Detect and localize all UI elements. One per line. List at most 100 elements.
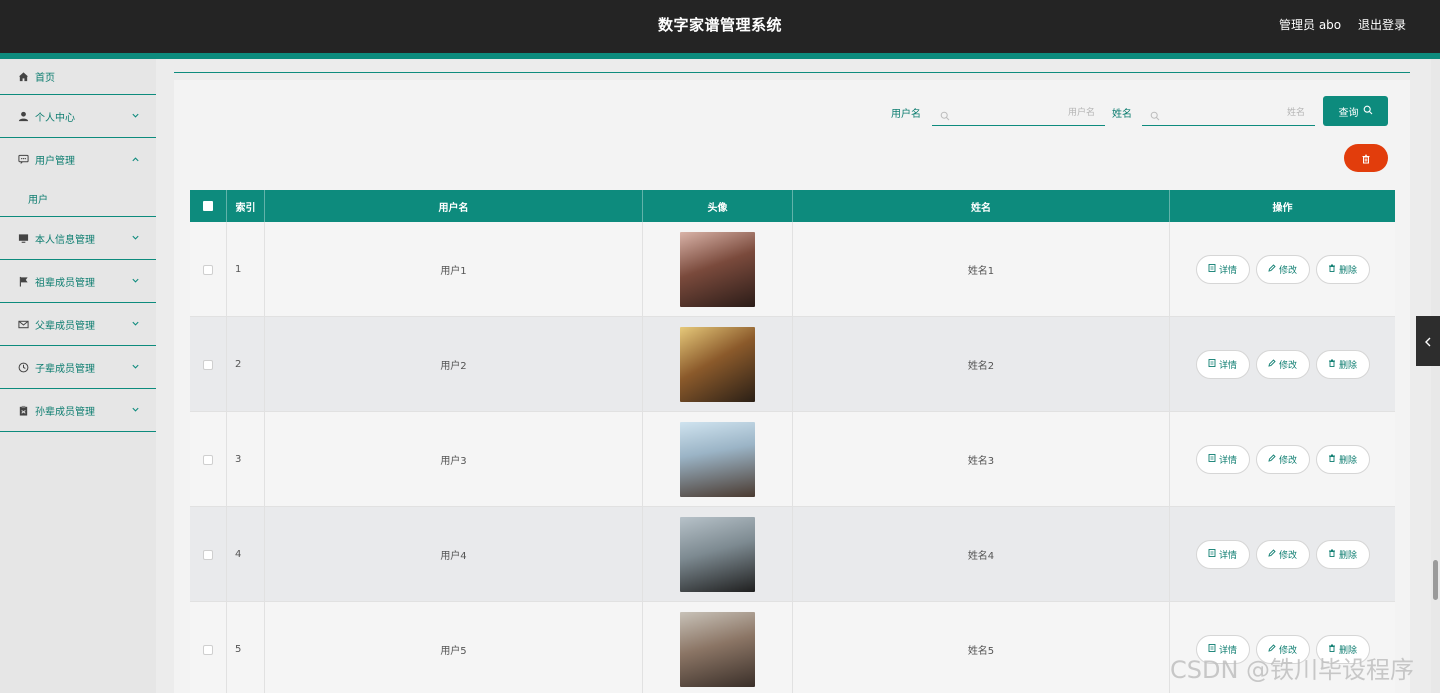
column-header-username: 用户名: [265, 190, 643, 222]
sidebar-item-home[interactable]: 首页: [0, 59, 156, 95]
delete-button[interactable]: 删除: [1315, 445, 1370, 474]
edit-button[interactable]: 修改: [1255, 540, 1310, 569]
sidebar-item-parents[interactable]: 父辈成员管理: [0, 303, 156, 346]
sidebar-item-user-management[interactable]: 用户管理: [0, 138, 156, 181]
delete-button[interactable]: 删除: [1315, 540, 1370, 569]
actions-cell: 详情 修改 删除: [1170, 507, 1395, 602]
sidebar-item-label: 父辈成员管理: [35, 320, 95, 332]
index-cell: 3: [227, 412, 265, 507]
edit-button[interactable]: 修改: [1255, 255, 1310, 284]
row-select-cell: [190, 317, 227, 412]
search-icon: [940, 106, 950, 125]
side-panel-toggle[interactable]: [1416, 316, 1440, 366]
clock-icon: [17, 361, 29, 373]
row-checkbox[interactable]: [203, 454, 213, 465]
name-placeholder: 姓名: [1286, 108, 1305, 118]
detail-button[interactable]: 详情: [1195, 255, 1250, 284]
watermark: CSDN @铁川毕设程序: [1170, 656, 1415, 684]
detail-button-label: 详情: [1218, 361, 1237, 371]
search-icon: [1363, 105, 1373, 118]
document-icon: [1208, 264, 1216, 275]
username-cell: 用户1: [265, 222, 643, 317]
chevron-down-icon: [131, 276, 140, 288]
sidebar-item-grandchildren[interactable]: 孙辈成员管理: [0, 389, 156, 432]
top-bar: 数字家谱管理系统 管理员 abo 退出登录: [0, 0, 1440, 53]
row-select-cell: [190, 412, 227, 507]
name-cell: 姓名3: [793, 412, 1170, 507]
sidebar-item-label: 孙辈成员管理: [35, 406, 95, 418]
sidebar-item-self-info[interactable]: 本人信息管理: [0, 217, 156, 260]
avatar: [680, 422, 755, 497]
username-search-label: 用户名: [891, 109, 921, 120]
avatar-cell: [643, 412, 793, 507]
name-search-label: 姓名: [1112, 109, 1132, 120]
sidebar-item-personal-center[interactable]: 个人中心: [0, 95, 156, 138]
name-search-input[interactable]: 姓名: [1142, 96, 1315, 126]
chevron-down-icon: [131, 362, 140, 374]
name-cell: 姓名4: [793, 507, 1170, 602]
detail-button[interactable]: 详情: [1195, 445, 1250, 474]
avatar-cell: [643, 602, 793, 693]
detail-button[interactable]: 详情: [1195, 350, 1250, 379]
avatar: [680, 232, 755, 307]
row-select-cell: [190, 507, 227, 602]
row-select-cell: [190, 222, 227, 317]
trash-icon: [1328, 359, 1336, 370]
sidebar-item-label: 用户管理: [35, 156, 75, 167]
pencil-icon: [1268, 264, 1276, 275]
index-cell: 5: [227, 602, 265, 693]
avatar: [680, 327, 755, 402]
username-cell: 用户5: [265, 602, 643, 693]
name-cell: 姓名2: [793, 317, 1170, 412]
delete-button-label: 删除: [1338, 551, 1357, 561]
column-header-actions: 操作: [1272, 202, 1293, 214]
actions-cell: 详情 修改 删除: [1170, 222, 1395, 317]
delete-button[interactable]: 删除: [1315, 255, 1370, 284]
table-row: 1 用户1 姓名1 详情 修改 删除: [190, 222, 1395, 317]
logout-link[interactable]: 退出登录: [1358, 16, 1406, 33]
username-cell: 用户2: [265, 317, 643, 412]
flag-icon: [17, 275, 29, 287]
chevron-up-icon: [131, 155, 140, 167]
username-search-input[interactable]: 用户名: [932, 96, 1105, 126]
breadcrumb-divider: [174, 72, 1410, 73]
table-header: 索引 用户名 头像 姓名 操作: [190, 190, 1395, 222]
edit-button-label: 修改: [1278, 361, 1297, 371]
sidebar-subitem-label: 用户: [28, 195, 48, 206]
row-checkbox[interactable]: [203, 644, 213, 655]
index-cell: 1: [227, 222, 265, 317]
trash-icon: [1328, 549, 1336, 560]
delete-button[interactable]: 删除: [1315, 350, 1370, 379]
sidebar-item-children[interactable]: 子辈成员管理: [0, 346, 156, 389]
select-all-checkbox[interactable]: [203, 201, 213, 211]
detail-button[interactable]: 详情: [1195, 540, 1250, 569]
detail-button-label: 详情: [1218, 551, 1237, 561]
name-cell: 姓名1: [793, 222, 1170, 317]
sidebar-item-grandparents[interactable]: 祖辈成员管理: [0, 260, 156, 303]
current-user: 管理员 abo: [1279, 18, 1342, 32]
name-cell: 姓名5: [793, 602, 1170, 693]
column-header-index: 索引: [227, 190, 265, 222]
document-icon: [1208, 454, 1216, 465]
edit-button-label: 修改: [1278, 551, 1297, 561]
mail-icon: [17, 318, 29, 330]
batch-delete-button[interactable]: [1344, 144, 1388, 172]
query-button-label: 查询: [1338, 107, 1359, 119]
edit-button[interactable]: 修改: [1255, 350, 1310, 379]
username-cell: 用户3: [265, 412, 643, 507]
row-checkbox[interactable]: [203, 264, 213, 275]
index-cell: 4: [227, 507, 265, 602]
row-checkbox[interactable]: [203, 359, 213, 370]
edit-button[interactable]: 修改: [1255, 445, 1310, 474]
scrollbar-thumb[interactable]: [1433, 560, 1438, 600]
avatar-cell: [643, 222, 793, 317]
trash-icon: [1361, 149, 1371, 168]
document-icon: [1208, 549, 1216, 560]
trash-icon: [1328, 264, 1336, 275]
avatar: [680, 517, 755, 592]
sidebar-subitem-users[interactable]: 用户: [0, 181, 156, 217]
pencil-icon: [1268, 549, 1276, 560]
row-checkbox[interactable]: [203, 549, 213, 560]
index-cell: 2: [227, 317, 265, 412]
query-button[interactable]: 查询: [1323, 96, 1388, 126]
